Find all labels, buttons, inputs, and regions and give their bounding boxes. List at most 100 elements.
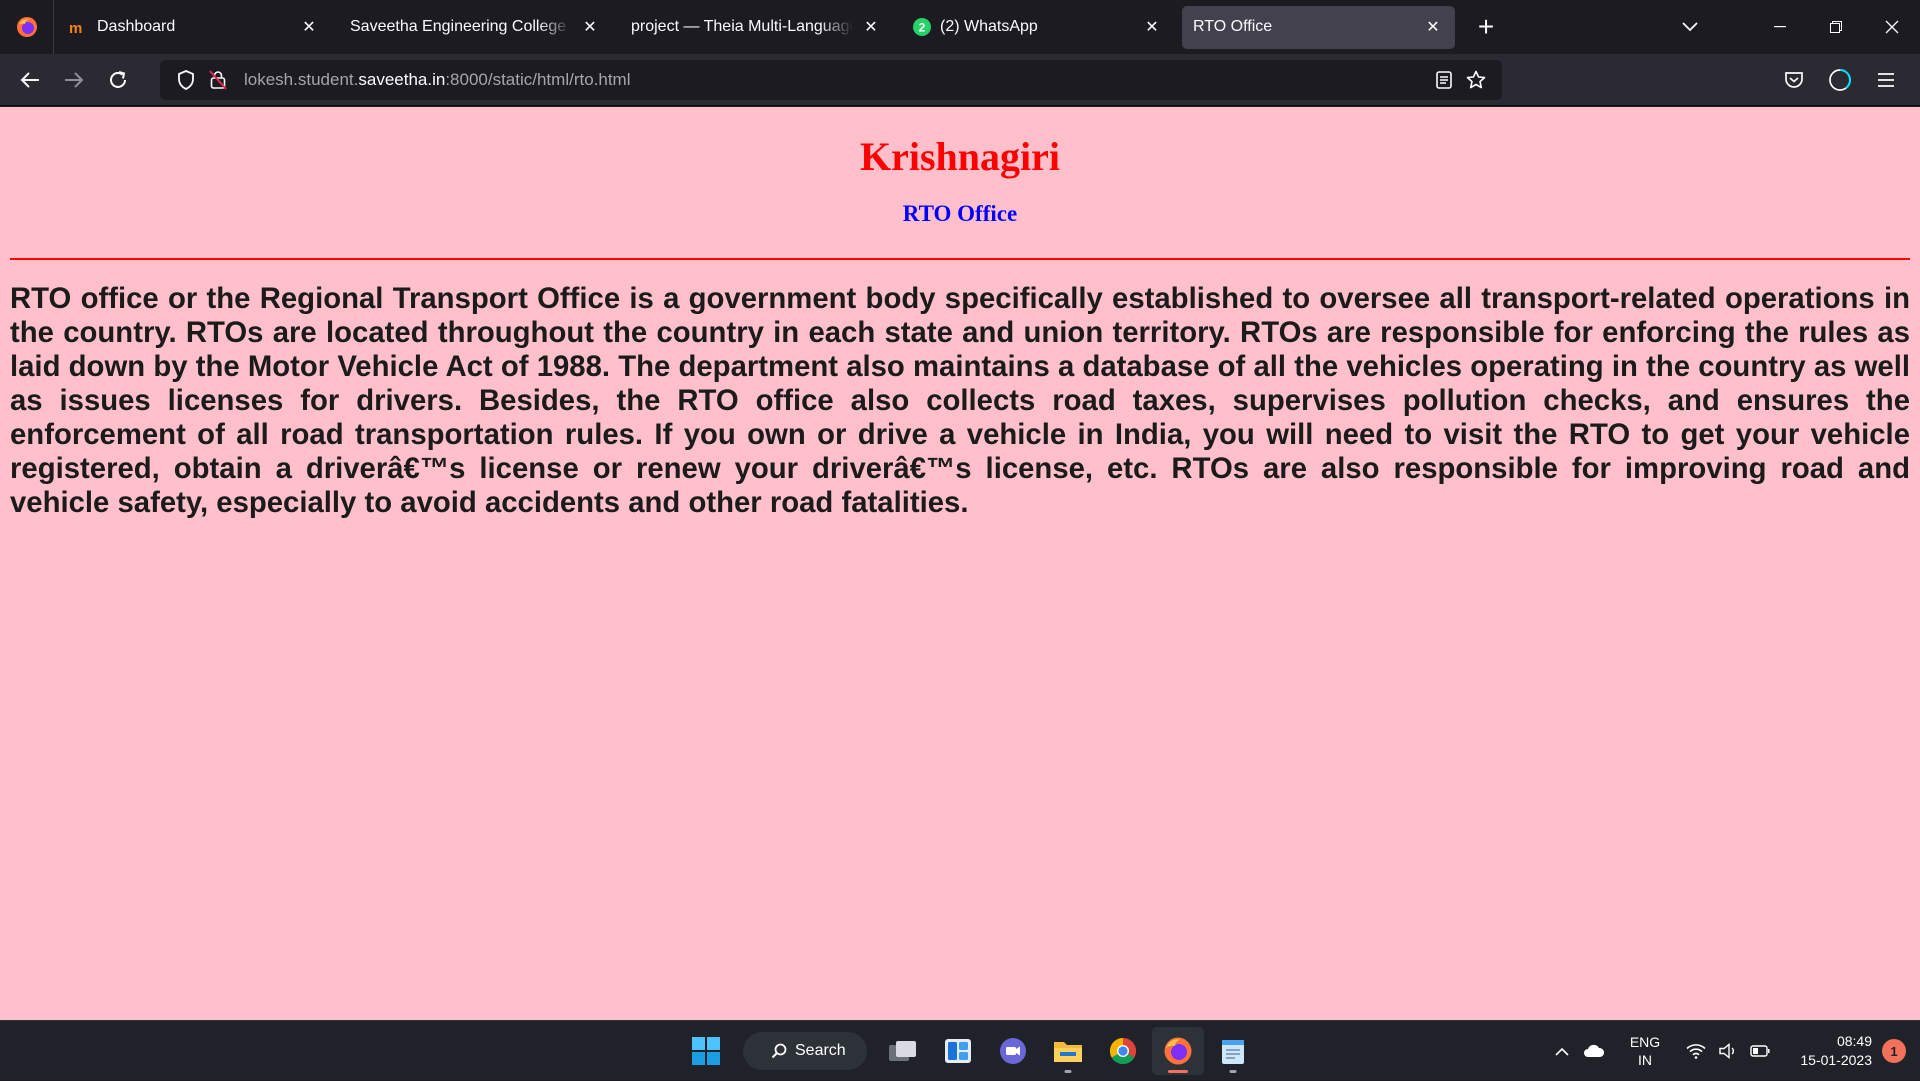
- page-heading: Krishnagiri: [859, 134, 1061, 179]
- tab-strip-spacer: [1513, 0, 1662, 54]
- wifi-icon: [1686, 1044, 1706, 1059]
- close-icon[interactable]: ✕: [578, 15, 602, 39]
- whatsapp-icon: 2: [912, 17, 932, 37]
- tab-title: project — Theia Multi-Language Explorer: [631, 18, 853, 35]
- whatsapp-badge: 2: [919, 21, 926, 35]
- tab-whatsapp[interactable]: 2 (2) WhatsApp ✕: [897, 0, 1178, 54]
- chevron-up-icon: [1555, 1047, 1569, 1056]
- reload-button[interactable]: [96, 58, 140, 102]
- clock[interactable]: 08:49 15-01-2023: [1776, 1032, 1872, 1070]
- battery-icon: [1750, 1045, 1770, 1057]
- forward-button[interactable]: [52, 58, 96, 102]
- show-hidden-icons-button[interactable]: [1548, 1031, 1576, 1071]
- tab-title: Saveetha Engineering College: [350, 18, 567, 35]
- account-button[interactable]: [1818, 58, 1862, 102]
- restore-button[interactable]: [1808, 0, 1864, 54]
- pocket-button[interactable]: [1772, 58, 1816, 102]
- tab-saveetha[interactable]: Saveetha Engineering College ✕: [335, 0, 616, 54]
- page-content: Krishnagiri RTO Office RTO office or the…: [0, 107, 1920, 1020]
- svg-text:m: m: [69, 20, 82, 34]
- search-label: Search: [795, 1042, 846, 1059]
- network-button[interactable]: [1682, 1031, 1710, 1071]
- horizontal-rule: [10, 258, 1910, 260]
- moodle-icon: m: [69, 17, 89, 37]
- firefox-icon: [1164, 1037, 1192, 1065]
- tab-title: RTO Office: [1193, 18, 1273, 35]
- clock-date: 15-01-2023: [1800, 1052, 1872, 1068]
- back-button[interactable]: [8, 58, 52, 102]
- firefox-taskbar-button[interactable]: [1152, 1027, 1204, 1075]
- chrome-button[interactable]: [1097, 1027, 1149, 1075]
- app-menu-button[interactable]: [1864, 58, 1908, 102]
- tab-theia-project[interactable]: project — Theia Multi-Language Explorer …: [616, 0, 897, 54]
- language-code: ENG: [1629, 1034, 1661, 1050]
- running-indicator: [1064, 1070, 1072, 1073]
- url-text[interactable]: lokesh.student.saveetha.in:8000/static/h…: [244, 70, 1428, 90]
- region-code: IN: [1638, 1052, 1652, 1068]
- task-view-button[interactable]: [877, 1027, 929, 1075]
- tab-strip: m Dashboard ✕ Saveetha Engineering Colle…: [0, 0, 1920, 54]
- close-icon[interactable]: ✕: [1140, 15, 1164, 39]
- windows-start-icon: [692, 1037, 720, 1065]
- widgets-button[interactable]: [932, 1027, 984, 1075]
- input-language-indicator[interactable]: ENG IN: [1614, 1033, 1676, 1069]
- window-close-button[interactable]: [1864, 0, 1920, 54]
- list-all-tabs-button[interactable]: [1662, 0, 1718, 54]
- rto-description: RTO office or the Regional Transport Off…: [10, 282, 1910, 519]
- onedrive-button[interactable]: [1580, 1031, 1608, 1071]
- tab-dashboard[interactable]: m Dashboard ✕: [54, 0, 335, 54]
- url-suffix: :8000/static/html/rto.html: [445, 69, 631, 89]
- navigation-toolbar: lokesh.student.saveetha.in:8000/static/h…: [0, 54, 1920, 106]
- url-prefix: lokesh.student.: [244, 69, 359, 89]
- teams-chat-button[interactable]: [987, 1027, 1039, 1075]
- tracking-protection-shield-icon[interactable]: [170, 64, 202, 96]
- windows-taskbar: Search ENG IN 08:49 15-01-2023 1: [0, 1020, 1920, 1080]
- task-view-icon: [889, 1041, 916, 1061]
- taskbar-apps: Search: [680, 1021, 1262, 1081]
- chevron-down-icon: [1682, 22, 1698, 32]
- arrow-right-icon: [65, 71, 84, 88]
- widgets-icon: [945, 1039, 971, 1063]
- system-tray: ENG IN 08:49 15-01-2023 1: [1546, 1021, 1920, 1081]
- clock-time: 08:49: [1836, 1033, 1872, 1049]
- tab-title: Dashboard: [97, 18, 176, 35]
- running-indicator: [1229, 1070, 1237, 1073]
- close-icon[interactable]: ✕: [297, 15, 321, 39]
- teams-chat-icon: [1000, 1038, 1026, 1064]
- url-domain: saveetha.in: [358, 69, 446, 89]
- start-button[interactable]: [680, 1027, 732, 1075]
- firefox-view-button[interactable]: [0, 0, 54, 54]
- running-indicator: [1168, 1070, 1188, 1073]
- tab-rto-office[interactable]: RTO Office ✕: [1178, 0, 1459, 54]
- restore-icon: [1830, 21, 1842, 33]
- battery-button[interactable]: [1746, 1031, 1774, 1071]
- chrome-icon: [1109, 1037, 1137, 1065]
- notepad-button[interactable]: [1207, 1027, 1259, 1075]
- reader-view-icon[interactable]: [1428, 64, 1460, 96]
- hamburger-menu-icon: [1878, 72, 1894, 87]
- speaker-icon: [1719, 1043, 1734, 1059]
- toolbar-right: [1770, 58, 1908, 102]
- new-tab-button[interactable]: +: [1459, 0, 1513, 54]
- address-bar[interactable]: lokesh.student.saveetha.in:8000/static/h…: [160, 59, 1502, 100]
- close-icon[interactable]: ✕: [859, 15, 883, 39]
- page-subheading: RTO Office: [902, 201, 1018, 226]
- file-explorer-button[interactable]: [1042, 1027, 1094, 1075]
- arrow-left-icon: [20, 71, 39, 88]
- minimize-button[interactable]: [1752, 0, 1808, 54]
- volume-button[interactable]: [1714, 1031, 1742, 1071]
- close-icon: [1885, 20, 1899, 34]
- pocket-icon: [1785, 71, 1803, 88]
- search-icon: [771, 1043, 787, 1059]
- tab-title: (2) WhatsApp: [940, 18, 1038, 35]
- insecure-lock-icon[interactable]: [202, 64, 234, 96]
- reload-icon: [110, 70, 126, 88]
- firefox-icon: [16, 17, 37, 37]
- account-icon: [1829, 68, 1851, 91]
- notification-badge[interactable]: 1: [1882, 1039, 1906, 1063]
- notepad-icon: [1222, 1040, 1244, 1064]
- close-icon[interactable]: ✕: [1421, 15, 1445, 39]
- taskbar-search[interactable]: Search: [743, 1032, 867, 1070]
- bookmark-star-icon[interactable]: [1460, 64, 1492, 96]
- minimize-icon: [1774, 26, 1786, 28]
